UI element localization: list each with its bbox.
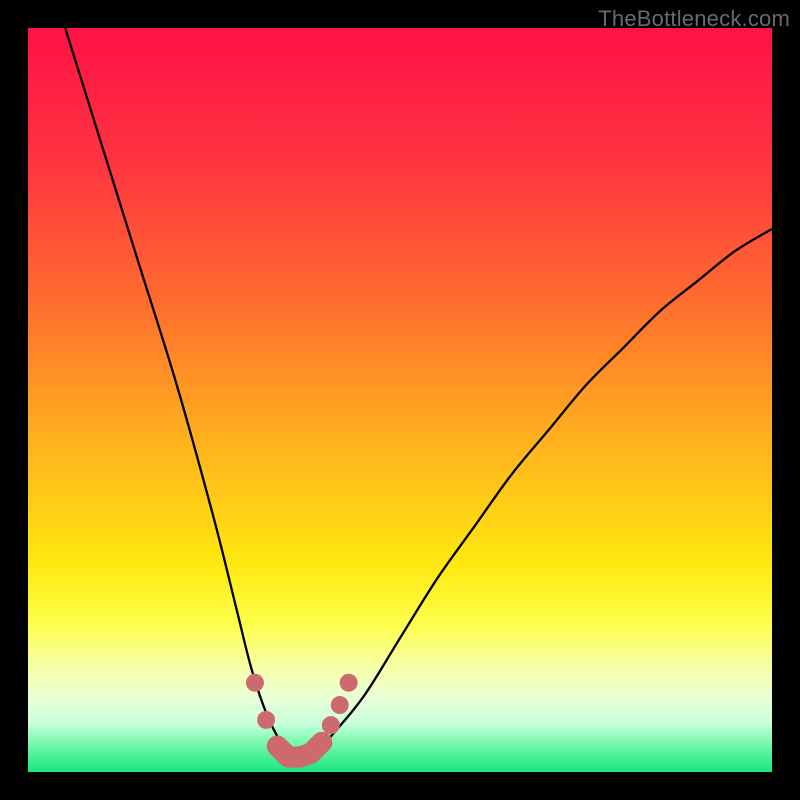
gradient-background (28, 28, 772, 772)
plot-area (28, 28, 772, 772)
marker-dot (340, 674, 358, 692)
chart-svg (28, 28, 772, 772)
marker-dot (331, 696, 349, 714)
marker-dot (313, 733, 331, 751)
marker-dot (246, 674, 264, 692)
chart-frame: TheBottleneck.com (0, 0, 800, 800)
marker-dot (257, 711, 275, 729)
watermark-text: TheBottleneck.com (598, 6, 790, 32)
marker-dot (322, 716, 340, 734)
